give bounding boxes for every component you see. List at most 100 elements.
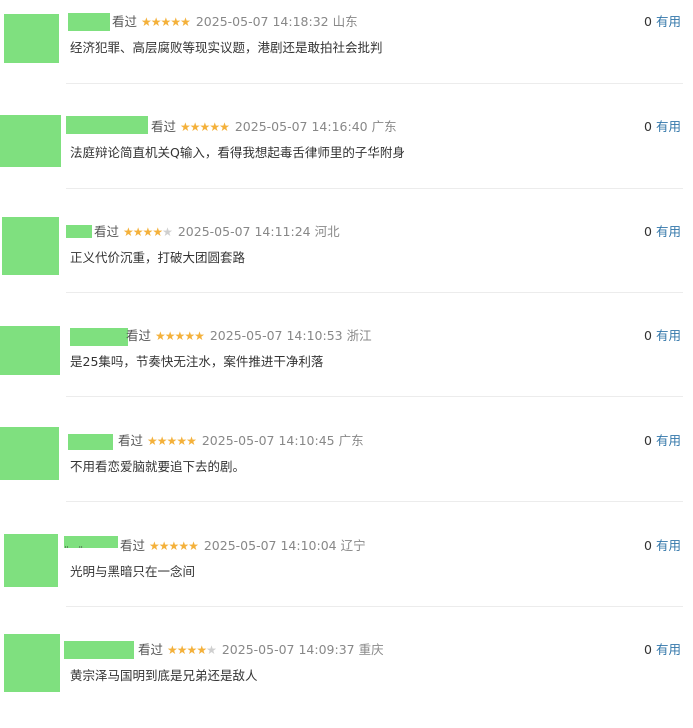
rating-stars: ★★★★★: [149, 537, 199, 555]
divider: [66, 83, 683, 84]
comment-time: 2025-05-07 14:18:32: [195, 14, 329, 29]
avatar[interactable]: [2, 217, 59, 275]
rating-stars: ★★★★★: [155, 327, 205, 345]
useful-button[interactable]: 有用: [656, 224, 681, 239]
star-filled-icon: ★: [219, 120, 230, 134]
star-filled-icon: ★: [170, 15, 181, 29]
comment-meta: 看过 ★★★★★ 2025-05-07 14:16:40 广东: [151, 118, 397, 136]
vote-count: 0: [644, 538, 652, 553]
comment-item: 看过 ★★★★★ 2025-05-07 14:09:37 重庆 黄宗泽马国明到底是兄弟…: [0, 624, 693, 728]
star-filled-icon: ★: [186, 434, 197, 448]
star-filled-icon: ★: [176, 643, 188, 657]
vote-count: 0: [644, 328, 652, 343]
star-filled-icon: ★: [141, 15, 152, 29]
star-filled-icon: ★: [188, 539, 199, 553]
rating-stars: ★★★★★: [180, 118, 230, 136]
star-filled-icon: ★: [186, 643, 198, 657]
username[interactable]: [66, 225, 92, 238]
useful-button[interactable]: 有用: [656, 538, 681, 553]
star-filled-icon: ★: [178, 539, 189, 553]
comment-location: 重庆: [358, 642, 384, 657]
rating-stars: ★★★★★: [167, 641, 217, 659]
comment-location: 山东: [332, 14, 358, 29]
comment-item: ¨ ¨ 看过 ★★★★★ 2025-05-07 14:10:04 辽宁 光明与黑暗只在…: [0, 520, 693, 624]
star-filled-icon: ★: [196, 643, 207, 657]
comment-item: 看过 ★★★★★ 2025-05-07 14:11:24 河北 正义代价沉重，打破大团…: [0, 208, 693, 312]
divider: [66, 396, 683, 397]
username[interactable]: [68, 434, 113, 450]
comment-time: 2025-05-07 14:10:04: [203, 538, 337, 553]
comment-time: 2025-05-07 14:11:24: [177, 224, 311, 239]
vote-count: 0: [644, 224, 652, 239]
watched-status: 看过: [94, 224, 120, 239]
vote-area: 0 有用: [644, 537, 681, 555]
star-filled-icon: ★: [142, 225, 154, 239]
star-filled-icon: ★: [174, 329, 186, 343]
comment-location: 辽宁: [340, 538, 366, 553]
comment-item: 看过 ★★★★★ 2025-05-07 14:16:40 广东 法庭辩论简直机关Q输入…: [0, 104, 693, 208]
avatar[interactable]: [0, 115, 61, 167]
avatar[interactable]: [0, 326, 60, 375]
star-filled-icon: ★: [209, 120, 220, 134]
username[interactable]: [68, 13, 110, 31]
useful-button[interactable]: 有用: [656, 433, 681, 448]
comment-item: 看过 ★★★★★ 2025-05-07 14:10:53 浙江 是25集吗，节奏快无注…: [0, 312, 693, 416]
rating-stars: ★★★★★: [147, 432, 197, 450]
comment-location: 河北: [314, 224, 340, 239]
comment-location: 广东: [338, 433, 364, 448]
divider: [66, 292, 683, 293]
star-filled-icon: ★: [176, 434, 187, 448]
avatar[interactable]: [0, 427, 59, 480]
username-residue: ¨ ¨: [64, 546, 87, 557]
comment-text: 是25集吗，节奏快无注水，案件推进干净利落: [70, 354, 324, 369]
watched-status: 看过: [138, 642, 164, 657]
avatar[interactable]: [4, 14, 59, 63]
comment-item: 看过 ★★★★★ 2025-05-07 14:10:45 广东 不用看恋爱脑就要追下去…: [0, 416, 693, 520]
star-filled-icon: ★: [158, 539, 170, 553]
comment-time: 2025-05-07 14:16:40: [234, 119, 368, 134]
useful-button[interactable]: 有用: [656, 14, 681, 29]
comment-text: 法庭辩论简直机关Q输入，看得我想起毒舌律师里的子华附身: [70, 145, 405, 160]
comment-meta: 看过 ★★★★★ 2025-05-07 14:09:37 重庆: [138, 641, 384, 659]
vote-area: 0 有用: [644, 641, 681, 659]
divider: [66, 606, 683, 607]
comment-time: 2025-05-07 14:10:53: [209, 328, 343, 343]
star-filled-icon: ★: [152, 225, 163, 239]
avatar[interactable]: [4, 634, 60, 692]
divider: [66, 501, 683, 502]
comment-meta: 看过 ★★★★★ 2025-05-07 14:11:24 河北: [94, 223, 340, 241]
star-filled-icon: ★: [150, 15, 162, 29]
star-filled-icon: ★: [189, 120, 201, 134]
username[interactable]: [70, 328, 128, 346]
useful-button[interactable]: 有用: [656, 328, 681, 343]
comment-meta: 看过 ★★★★★ 2025-05-07 14:10:45 广东: [118, 432, 364, 450]
vote-count: 0: [644, 14, 652, 29]
useful-button[interactable]: 有用: [656, 119, 681, 134]
comment-text: 黄宗泽马国明到底是兄弟还是敌人: [70, 668, 258, 683]
rating-stars: ★★★★★: [141, 13, 191, 31]
comment-text: 正义代价沉重，打破大团圆套路: [70, 250, 246, 265]
star-filled-icon: ★: [123, 225, 134, 239]
comment-time: 2025-05-07 14:09:37: [221, 642, 355, 657]
star-filled-icon: ★: [194, 329, 205, 343]
username[interactable]: [66, 116, 148, 134]
star-filled-icon: ★: [147, 434, 158, 448]
vote-area: 0 有用: [644, 327, 681, 345]
star-filled-icon: ★: [155, 329, 166, 343]
watched-status: 看过: [120, 538, 146, 553]
star-filled-icon: ★: [156, 434, 168, 448]
comment-text: 光明与黑暗只在一念间: [70, 564, 196, 579]
avatar[interactable]: [4, 534, 58, 587]
vote-count: 0: [644, 119, 652, 134]
star-filled-icon: ★: [160, 15, 172, 29]
star-empty-icon: ★: [162, 225, 173, 239]
username[interactable]: [64, 641, 134, 659]
comment-time: 2025-05-07 14:10:45: [201, 433, 335, 448]
comment-meta: 看过 ★★★★★ 2025-05-07 14:18:32 山东: [112, 13, 358, 31]
comment-meta: 看过 ★★★★★ 2025-05-07 14:10:04 辽宁: [120, 537, 366, 555]
watched-status: 看过: [112, 14, 138, 29]
star-filled-icon: ★: [149, 539, 160, 553]
star-filled-icon: ★: [164, 329, 176, 343]
star-empty-icon: ★: [206, 643, 217, 657]
useful-button[interactable]: 有用: [656, 642, 681, 657]
